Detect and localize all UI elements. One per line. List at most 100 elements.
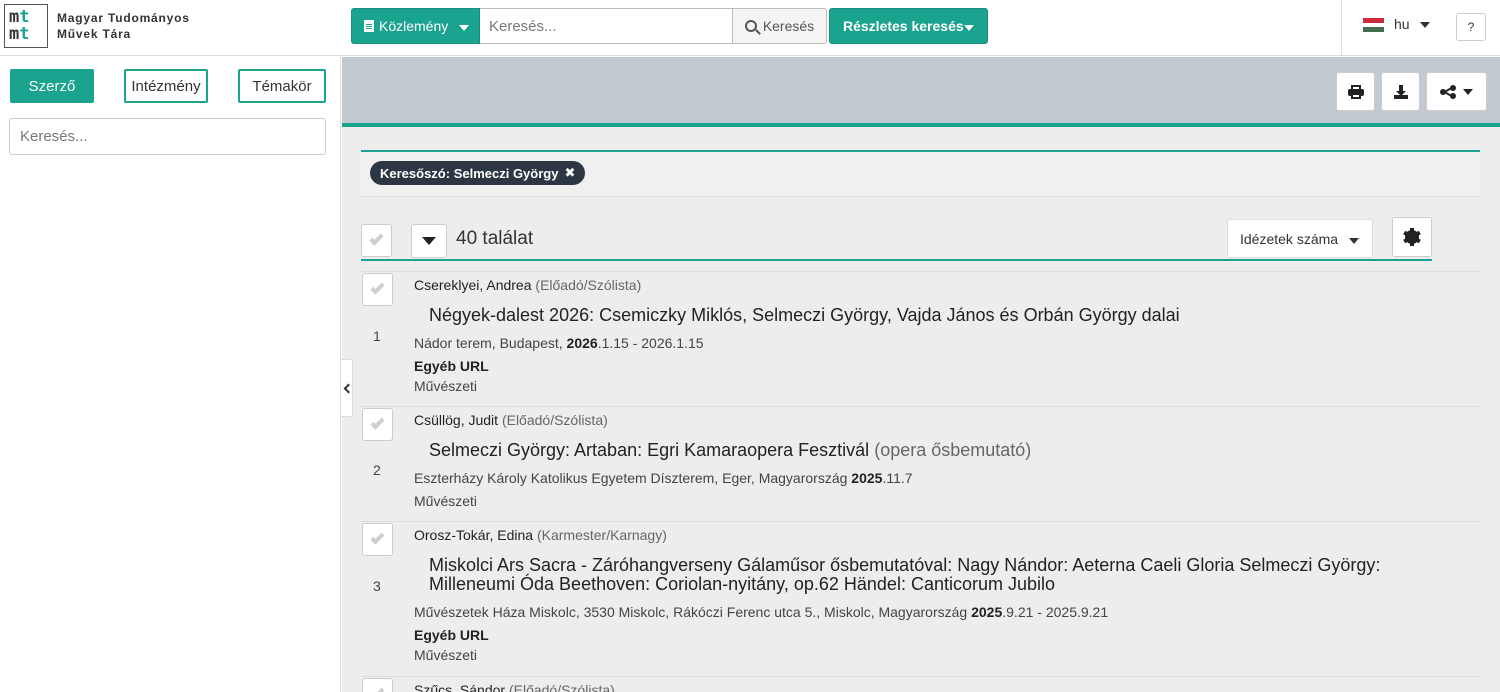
site-title-line1: Magyar Tudományos	[57, 11, 190, 25]
chevron-left-icon	[343, 383, 353, 393]
result-title[interactable]: Négyek-dalest 2026: Csemiczky Miklós, Se…	[429, 306, 1180, 325]
caret-down-icon	[1463, 88, 1473, 95]
result-item: Szűcs, Sándor (Előadó/Szólista)	[361, 676, 1480, 692]
caret-down-icon	[459, 25, 469, 31]
caret-down-icon	[1349, 238, 1359, 244]
sidebar: Szerző Intézmény Témakör	[0, 57, 341, 692]
site-title-line2: Művek Tára	[57, 27, 132, 41]
result-number: 1	[373, 328, 381, 344]
other-url-link[interactable]: Egyéb URL	[414, 627, 489, 643]
result-number: 3	[373, 578, 381, 594]
result-checkbox[interactable]	[362, 408, 393, 441]
result-category: Művészeti	[414, 647, 478, 663]
result-checkbox[interactable]	[362, 273, 393, 306]
toolbar-band	[342, 57, 1500, 123]
result-title-subtitle: (opera ősbemutató)	[874, 440, 1032, 460]
result-venue: Nádor terem, Budapest,	[414, 335, 563, 351]
result-author: Csereklyei, Andrea (Előadó/Szólista)	[414, 277, 641, 293]
tab-institution[interactable]: Intézmény	[124, 69, 208, 103]
share-icon	[1440, 84, 1456, 99]
search-icon	[744, 20, 757, 32]
sort-dropdown[interactable]: Idézetek száma	[1227, 219, 1373, 258]
print-icon	[1347, 84, 1364, 99]
filter-chip-keyword[interactable]: Keresőszó: Selmeczi György ✖	[370, 161, 586, 185]
result-venue: Művészetek Háza Miskolc, 3530 Miskolc, R…	[414, 604, 968, 620]
result-title[interactable]: Miskolci Ars Sacra - Záróhangverseny Gál…	[429, 556, 1389, 594]
result-title-text: Selmeczi György: Artaban: Egri Kamaraope…	[429, 440, 870, 460]
advanced-search-label: Részletes keresés	[843, 18, 964, 34]
site-title[interactable]: Magyar Tudományos Művek Tára	[57, 10, 190, 42]
top-header: mt mt Magyar Tudományos Művek Tára Közle…	[0, 0, 1500, 56]
select-all-checkbox[interactable]	[361, 224, 392, 257]
result-count: 40 találat	[456, 228, 534, 249]
language-selector[interactable]: hu	[1394, 16, 1410, 32]
sidebar-collapse-button[interactable]	[341, 359, 353, 417]
bulk-actions-dropdown[interactable]	[411, 224, 447, 258]
author-role: (Karmester/Karnagy)	[536, 527, 667, 543]
header-divider	[1341, 0, 1342, 56]
logo-letter: t	[19, 24, 30, 44]
author-link[interactable]: Szűcs, Sándor	[414, 682, 505, 692]
result-number: 2	[373, 462, 381, 478]
search-input[interactable]	[480, 8, 733, 44]
caret-down-icon[interactable]	[1420, 22, 1430, 28]
result-meta: Művészetek Háza Miskolc, 3530 Miskolc, R…	[414, 604, 1108, 620]
close-icon[interactable]: ✖	[564, 165, 575, 181]
results-toolbar: 40 találat Idézetek száma	[361, 217, 1432, 261]
result-author: Orosz-Tokár, Edina (Karmester/Karnagy)	[414, 527, 667, 543]
author-link[interactable]: Csüllög, Judit	[414, 412, 498, 428]
check-icon	[369, 231, 384, 246]
site-logo[interactable]: mt mt	[4, 4, 48, 48]
hungarian-flag-icon[interactable]	[1363, 18, 1384, 32]
publication-type-dropdown[interactable]: Közlemény	[351, 8, 480, 44]
result-title-text: Miskolci Ars Sacra - Záróhangverseny Gál…	[429, 555, 1381, 594]
print-button[interactable]	[1336, 72, 1375, 111]
share-button[interactable]	[1426, 72, 1487, 111]
result-date: .11.7	[882, 470, 913, 486]
result-meta: Nádor terem, Budapest, 2026.1.15 - 2026.…	[414, 335, 704, 351]
result-checkbox[interactable]	[362, 523, 393, 556]
check-icon	[370, 530, 385, 545]
toolbar-accent-line	[342, 123, 1500, 127]
settings-button[interactable]	[1392, 217, 1432, 257]
publication-type-label: Közlemény	[379, 18, 449, 34]
other-url-link[interactable]: Egyéb URL	[414, 358, 489, 374]
sidebar-search-input[interactable]	[9, 118, 326, 155]
result-author: Szűcs, Sándor (Előadó/Szólista)	[414, 682, 615, 692]
search-button-label: Keresés	[762, 18, 815, 34]
result-date: .9.21 - 2025.9.21	[1002, 604, 1109, 620]
download-icon	[1393, 84, 1408, 99]
logo-letter: m	[9, 24, 20, 44]
document-icon	[364, 20, 374, 32]
result-item: 3 Orosz-Tokár, Edina (Karmester/Karnagy)…	[361, 521, 1480, 676]
sort-label: Idézetek száma	[1240, 230, 1339, 247]
check-icon	[370, 685, 385, 692]
gear-icon	[1403, 228, 1421, 246]
author-role: (Előadó/Szólista)	[501, 412, 608, 428]
download-button[interactable]	[1381, 72, 1420, 111]
result-item: 1 Csereklyei, Andrea (Előadó/Szólista) N…	[361, 271, 1480, 406]
result-meta: Eszterházy Károly Katolikus Egyetem Dísz…	[414, 470, 913, 486]
help-button[interactable]: ?	[1456, 13, 1486, 41]
result-title[interactable]: Selmeczi György: Artaban: Egri Kamaraope…	[429, 441, 1031, 460]
result-item: 2 Csüllög, Judit (Előadó/Szólista) Selme…	[361, 406, 1480, 521]
result-title-text: Négyek-dalest 2026: Csemiczky Miklós, Se…	[429, 305, 1180, 325]
author-role: (Előadó/Szólista)	[508, 682, 615, 692]
author-link[interactable]: Csereklyei, Andrea	[414, 277, 532, 293]
author-link[interactable]: Orosz-Tokár, Edina	[414, 527, 533, 543]
main-content: Keresőszó: Selmeczi György ✖ 40 találat …	[342, 57, 1500, 692]
result-venue: Eszterházy Károly Katolikus Egyetem Dísz…	[414, 470, 848, 486]
result-year: 2026	[566, 335, 598, 351]
caret-down-icon	[422, 237, 436, 245]
advanced-search-button[interactable]: Részletes keresés	[829, 8, 988, 44]
result-year: 2025	[971, 604, 1003, 620]
search-button[interactable]: Keresés	[732, 8, 827, 44]
author-role: (Előadó/Szólista)	[535, 277, 642, 293]
tab-topic[interactable]: Témakör	[238, 69, 326, 103]
result-date: .1.15 - 2026.1.15	[597, 335, 704, 351]
active-filters: Keresőszó: Selmeczi György ✖	[361, 150, 1480, 197]
caret-down-icon	[964, 25, 974, 31]
result-checkbox[interactable]	[362, 678, 393, 692]
check-icon	[370, 415, 385, 430]
tab-author[interactable]: Szerző	[10, 69, 94, 103]
